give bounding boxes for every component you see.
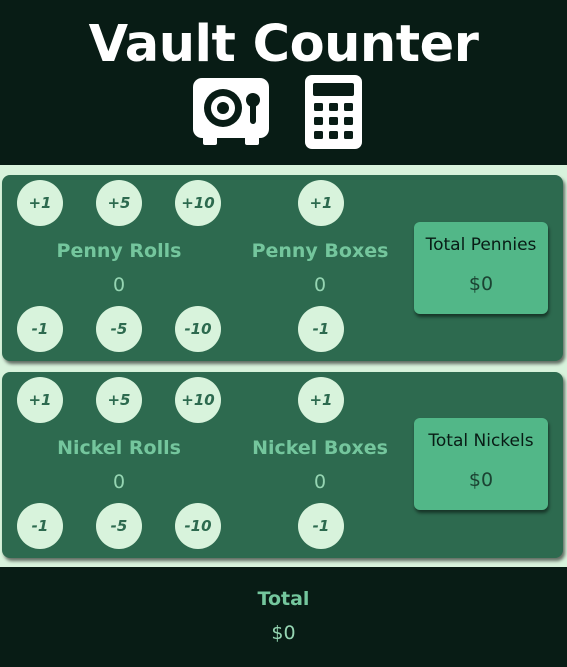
penny-boxes-minus-1-button[interactable]: -1 xyxy=(298,306,344,352)
total-pennies-card: Total Pennies $0 xyxy=(414,222,548,314)
nickel-boxes-minus-1-button[interactable]: -1 xyxy=(298,503,344,549)
penny-rolls-minus-1-button[interactable]: -1 xyxy=(17,306,63,352)
pennies-panel: +1 +5 +10 +1 Penny Rolls Penny Boxes 0 0… xyxy=(2,175,563,361)
total-nickels-card: Total Nickels $0 xyxy=(414,418,548,510)
penny-rolls-plus-5-button[interactable]: +5 xyxy=(96,180,142,226)
total-pennies-value: $0 xyxy=(468,273,494,295)
grand-total-value: $0 xyxy=(271,622,296,644)
penny-rolls-minus-10-button[interactable]: -10 xyxy=(175,306,221,352)
grand-total-footer: Total $0 xyxy=(0,567,567,667)
grand-total-label: Total xyxy=(257,588,310,610)
nickel-boxes-label: Nickel Boxes xyxy=(252,437,388,459)
nickel-rolls-minus-1-button[interactable]: -1 xyxy=(17,503,63,549)
penny-rolls-minus-5-button[interactable]: -5 xyxy=(96,306,142,352)
nickel-rolls-plus-10-button[interactable]: +10 xyxy=(175,377,221,423)
penny-rolls-plus-1-button[interactable]: +1 xyxy=(17,180,63,226)
penny-boxes-label: Penny Boxes xyxy=(251,240,389,262)
nickel-rolls-minus-5-button[interactable]: -5 xyxy=(96,503,142,549)
penny-rolls-plus-10-button[interactable]: +10 xyxy=(175,180,221,226)
vault-icon xyxy=(193,78,269,145)
nickel-boxes-plus-1-button[interactable]: +1 xyxy=(298,377,344,423)
total-nickels-value: $0 xyxy=(468,469,494,491)
nickels-panel: +1 +5 +10 +1 Nickel Rolls Nickel Boxes 0… xyxy=(2,372,563,558)
total-nickels-label: Total Nickels xyxy=(428,431,534,451)
nickel-rolls-plus-5-button[interactable]: +5 xyxy=(96,377,142,423)
nickel-rolls-count: 0 xyxy=(112,471,126,493)
app-header: Vault Counter xyxy=(0,0,567,165)
nickel-rolls-minus-10-button[interactable]: -10 xyxy=(175,503,221,549)
penny-rolls-count: 0 xyxy=(112,274,126,296)
app-title: Vault Counter xyxy=(88,15,479,74)
nickel-rolls-label: Nickel Rolls xyxy=(57,437,181,459)
nickel-rolls-plus-1-button[interactable]: +1 xyxy=(17,377,63,423)
nickel-boxes-count: 0 xyxy=(313,471,327,493)
penny-rolls-label: Penny Rolls xyxy=(56,240,182,262)
calculator-icon xyxy=(305,75,362,149)
penny-boxes-plus-1-button[interactable]: +1 xyxy=(298,180,344,226)
total-pennies-label: Total Pennies xyxy=(425,235,537,255)
penny-boxes-count: 0 xyxy=(313,274,327,296)
